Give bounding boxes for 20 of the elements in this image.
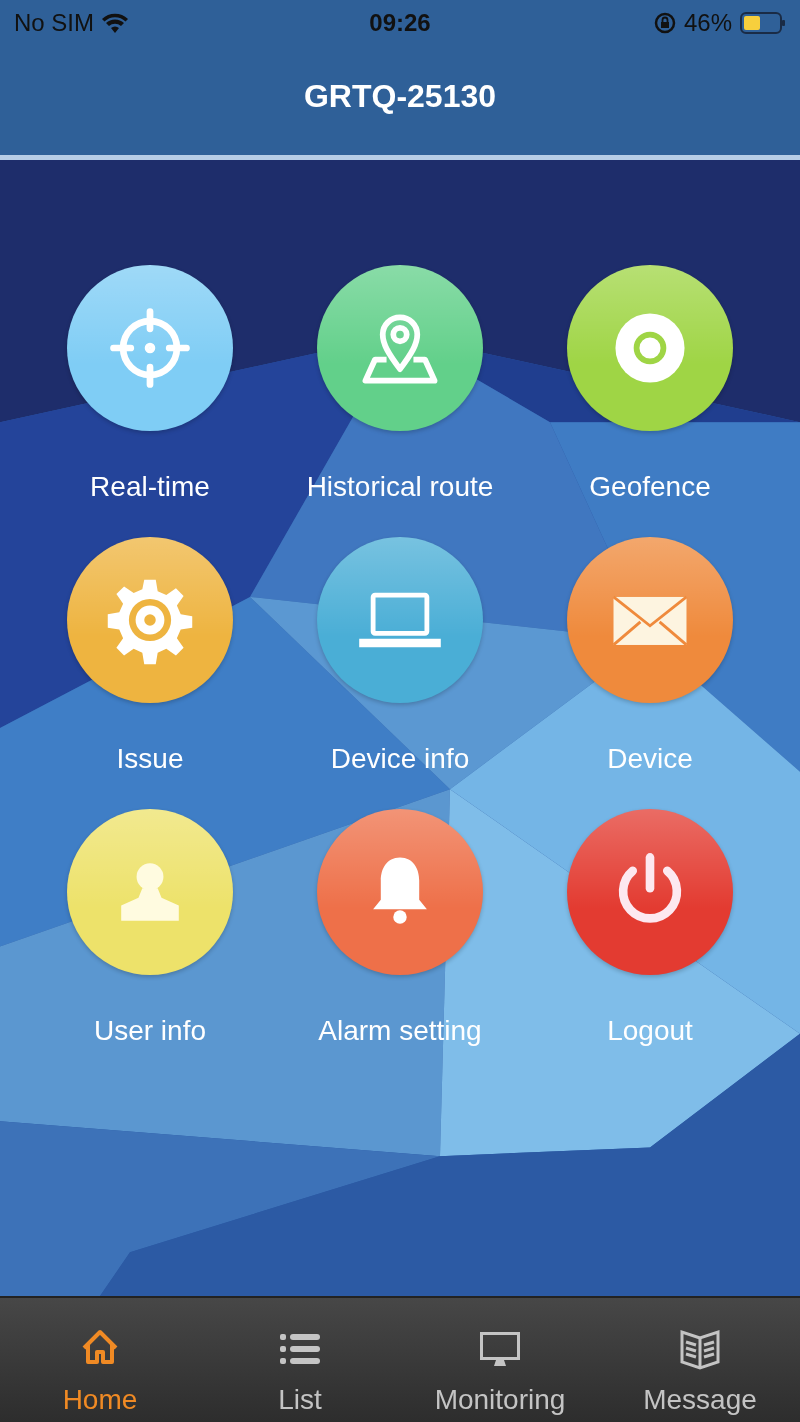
tile-label: Alarm setting xyxy=(318,1015,482,1047)
tile-label: Real-time xyxy=(90,471,210,503)
tab[interactable]: List xyxy=(200,1298,400,1422)
rotation-lock-icon xyxy=(653,12,676,34)
tab[interactable]: Home xyxy=(0,1298,200,1422)
battery-percent: 46% xyxy=(683,9,732,37)
tab[interactable]: Message xyxy=(600,1298,800,1422)
tile-label: Device info xyxy=(330,743,470,775)
tile-label: Geofence xyxy=(589,471,711,503)
carrier-label: No SIM xyxy=(14,9,94,37)
clock: 09:26 xyxy=(369,9,431,37)
tile-label: Historical route xyxy=(306,471,494,503)
battery-icon xyxy=(740,12,786,34)
header-title: GRTQ-25130 xyxy=(302,77,498,116)
tile-label: Logout xyxy=(607,1015,693,1047)
wifi-icon xyxy=(102,13,128,33)
tile-label: Issue xyxy=(116,743,184,775)
tile-label: Device xyxy=(607,743,693,775)
tab[interactable]: Monitoring xyxy=(400,1298,600,1422)
tile-label: User info xyxy=(93,1015,206,1047)
